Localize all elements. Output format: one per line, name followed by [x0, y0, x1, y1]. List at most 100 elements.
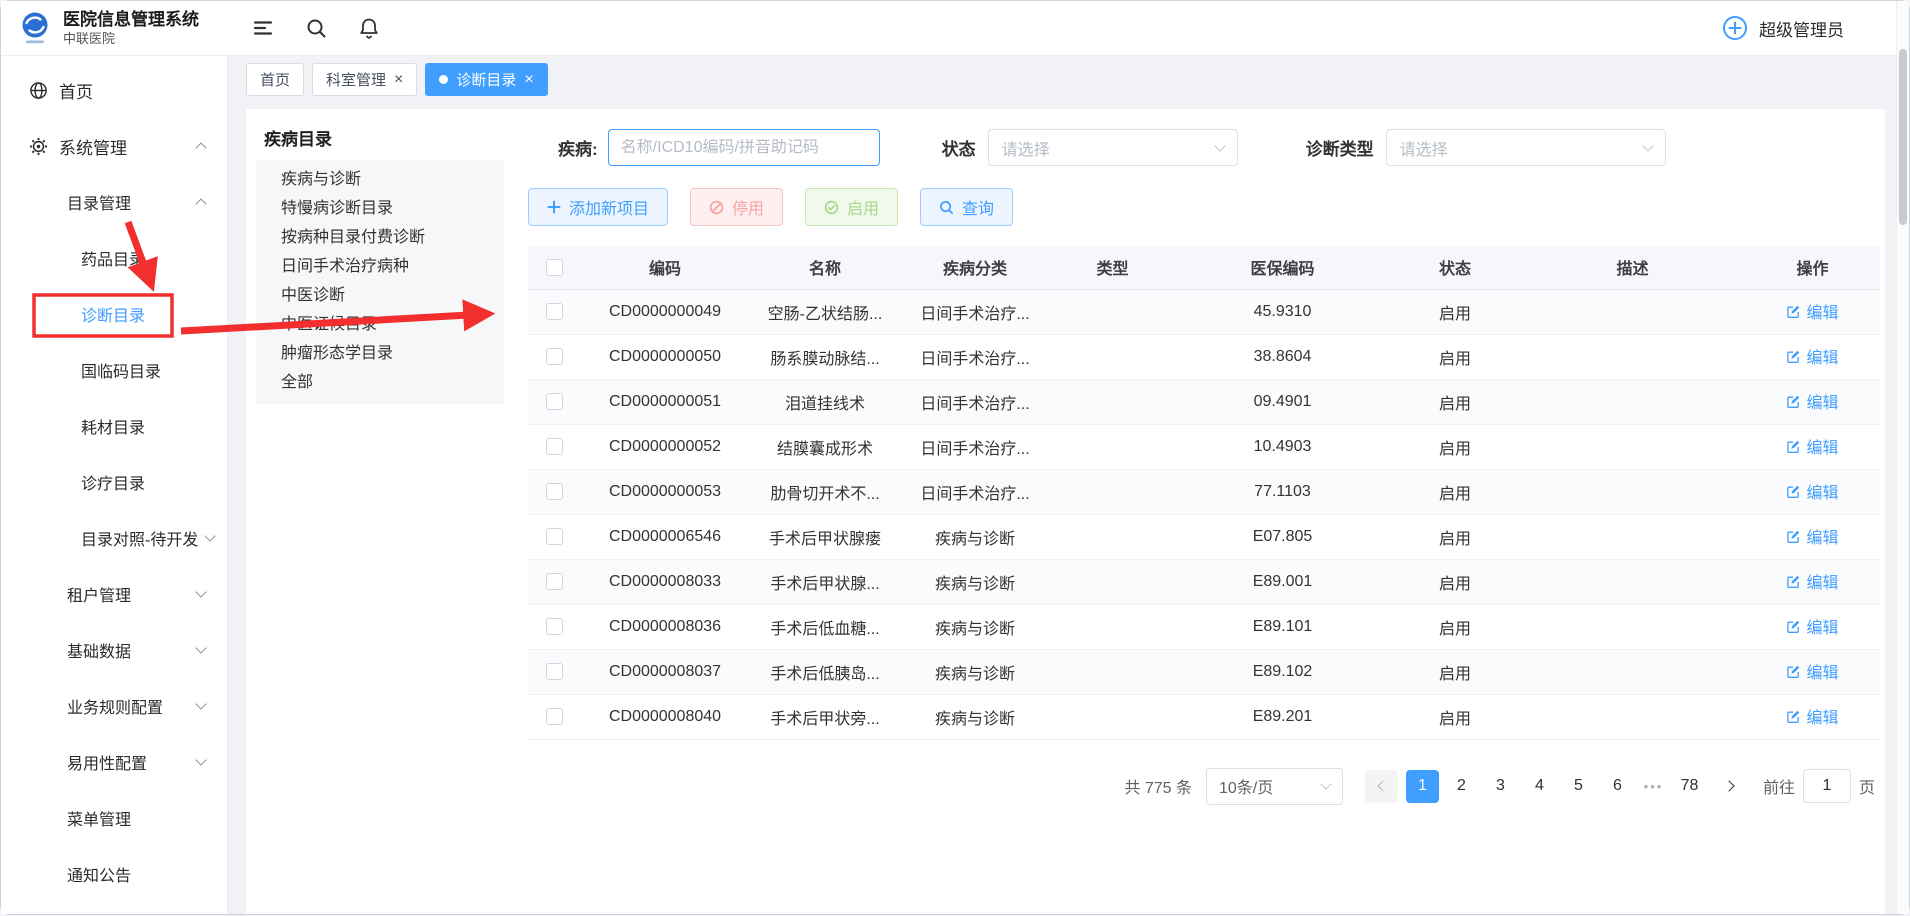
circle-slash-icon: [709, 200, 724, 215]
cell-code: CD0000008040: [580, 694, 750, 739]
page-number-last[interactable]: 78: [1673, 770, 1706, 803]
page-unit-label: 页: [1859, 774, 1875, 798]
cell-description: [1520, 649, 1745, 694]
edit-button[interactable]: 编辑: [1786, 434, 1838, 458]
tab-department-mgmt[interactable]: 科室管理 ×: [312, 63, 417, 96]
page-number-2[interactable]: 2: [1445, 770, 1478, 803]
user-area[interactable]: 超级管理员: [1721, 14, 1896, 42]
sidebar-item-diagnosis-catalog[interactable]: 诊断目录: [1, 286, 227, 342]
page-number-1[interactable]: 1: [1406, 770, 1439, 803]
more-pages-ellipsis[interactable]: •••: [1637, 779, 1670, 794]
row-checkbox[interactable]: [546, 663, 563, 680]
cell-code: CD0000000050: [580, 334, 750, 379]
edit-button[interactable]: 编辑: [1786, 389, 1838, 413]
tree-item-tumor-morphology[interactable]: 肿瘤形态学目录: [256, 339, 504, 368]
tree-item-pay-by-disease[interactable]: 按病种目录付费诊断: [256, 223, 504, 252]
column-header-description: 描述: [1520, 246, 1745, 289]
search-icon: [939, 200, 954, 215]
row-checkbox[interactable]: [546, 438, 563, 455]
select-all-checkbox[interactable]: [546, 259, 563, 276]
cell-code: CD0000006546: [580, 514, 750, 559]
close-icon[interactable]: ×: [394, 72, 403, 88]
row-checkbox[interactable]: [546, 618, 563, 635]
brand-text: 医院信息管理系统 中联医院: [63, 9, 199, 47]
cell-type: [1050, 604, 1175, 649]
edit-button[interactable]: 编辑: [1786, 344, 1838, 368]
sidebar-item-national-code-catalog[interactable]: 国临码目录: [1, 342, 227, 398]
search-icon[interactable]: [306, 18, 327, 39]
row-checkbox[interactable]: [546, 708, 563, 725]
tab-home[interactable]: 首页: [246, 63, 304, 96]
filter-row: 疾病: 状态 请选择 诊断类型 请选择: [558, 129, 1875, 166]
edit-button[interactable]: 编辑: [1786, 704, 1838, 728]
sidebar-item-notice[interactable]: 通知公告: [1, 846, 227, 902]
sidebar-item-catalog-mapping[interactable]: 目录对照-待开发: [1, 510, 227, 566]
gear-icon: [29, 137, 48, 156]
page-number-6[interactable]: 6: [1601, 770, 1634, 803]
sidebar-item-system-mgmt[interactable]: 系统管理: [1, 118, 227, 174]
cell-name: 空肠-乙状结肠...: [750, 289, 900, 334]
sidebar-item-consumables-catalog[interactable]: 耗材目录: [1, 398, 227, 454]
page-number-4[interactable]: 4: [1523, 770, 1556, 803]
sidebar-item-treatment-catalog[interactable]: 诊疗目录: [1, 454, 227, 510]
page-number-5[interactable]: 5: [1562, 770, 1595, 803]
sidebar-item-menu-mgmt[interactable]: 菜单管理: [1, 790, 227, 846]
enable-button[interactable]: 启用: [805, 188, 898, 226]
disease-search-input[interactable]: [621, 139, 867, 157]
sidebar-item-catalog-mgmt[interactable]: 目录管理: [1, 174, 227, 230]
edit-button[interactable]: 编辑: [1786, 659, 1838, 683]
sidebar-item-drug-catalog[interactable]: 药品目录: [1, 230, 227, 286]
edit-button[interactable]: 编辑: [1786, 614, 1838, 638]
cell-type: [1050, 694, 1175, 739]
tab-label: 科室管理: [326, 69, 386, 90]
row-checkbox[interactable]: [546, 393, 563, 410]
page-size-select[interactable]: 10条/页: [1206, 768, 1343, 805]
plus-icon: [547, 200, 561, 214]
disease-search-field: [608, 129, 880, 166]
next-page-button[interactable]: [1714, 770, 1747, 803]
add-item-button[interactable]: 添加新项目: [528, 188, 668, 226]
sidebar-item-basic-data[interactable]: 基础数据: [1, 622, 227, 678]
sidebar-item-label: 目录管理: [67, 190, 131, 214]
edit-button[interactable]: 编辑: [1786, 569, 1838, 593]
cell-code: CD0000008036: [580, 604, 750, 649]
row-checkbox[interactable]: [546, 573, 563, 590]
close-icon[interactable]: ×: [524, 72, 533, 88]
table-row: CD0000006546 手术后甲状腺瘘 疾病与诊断 E07.805 启用 编辑: [528, 514, 1880, 559]
tree-item-tcm-syndrome[interactable]: 中医证候目录: [256, 310, 504, 339]
collapse-menu-icon[interactable]: [252, 17, 274, 39]
brand: 医院信息管理系统 中联医院: [1, 9, 228, 47]
cell-category: 疾病与诊断: [900, 694, 1050, 739]
cell-name: 手术后甲状腺瘘: [750, 514, 900, 559]
row-checkbox[interactable]: [546, 483, 563, 500]
prev-page-button[interactable]: [1365, 770, 1398, 803]
cell-status: 启用: [1390, 424, 1520, 469]
edit-button[interactable]: 编辑: [1786, 524, 1838, 548]
tree-item-disease-diagnosis[interactable]: 疾病与诊断: [256, 165, 504, 194]
edit-button[interactable]: 编辑: [1786, 299, 1838, 323]
tree-item-day-surgery[interactable]: 日间手术治疗病种: [256, 252, 504, 281]
sidebar-item-home[interactable]: 首页: [1, 62, 227, 118]
sidebar-item-business-rules[interactable]: 业务规则配置: [1, 678, 227, 734]
goto-page-input[interactable]: [1803, 769, 1851, 803]
status-select[interactable]: 请选择: [988, 129, 1238, 166]
tree-item-tcm-diagnosis[interactable]: 中医诊断: [256, 281, 504, 310]
page-number-3[interactable]: 3: [1484, 770, 1517, 803]
content-card: 疾病目录 疾病与诊断 特慢病诊断目录 按病种目录付费诊断 日间手术治疗病种 中医…: [246, 109, 1885, 914]
disable-button[interactable]: 停用: [690, 188, 783, 226]
row-checkbox[interactable]: [546, 348, 563, 365]
tree-item-chronic-disease[interactable]: 特慢病诊断目录: [256, 194, 504, 223]
edit-button[interactable]: 编辑: [1786, 479, 1838, 503]
sidebar-item-usability-config[interactable]: 易用性配置: [1, 734, 227, 790]
sidebar-item-tenant-mgmt[interactable]: 租户管理: [1, 566, 227, 622]
row-checkbox[interactable]: [546, 303, 563, 320]
notification-bell-icon[interactable]: [359, 17, 379, 39]
scrollbar-thumb[interactable]: [1899, 49, 1907, 225]
tree-item-all[interactable]: 全部: [256, 368, 504, 397]
tab-diagnosis-catalog[interactable]: 诊断目录 ×: [425, 63, 547, 96]
cell-description: [1520, 469, 1745, 514]
cell-type: [1050, 379, 1175, 424]
row-checkbox[interactable]: [546, 528, 563, 545]
diagnosis-type-select[interactable]: 请选择: [1386, 129, 1666, 166]
query-button[interactable]: 查询: [920, 188, 1013, 226]
